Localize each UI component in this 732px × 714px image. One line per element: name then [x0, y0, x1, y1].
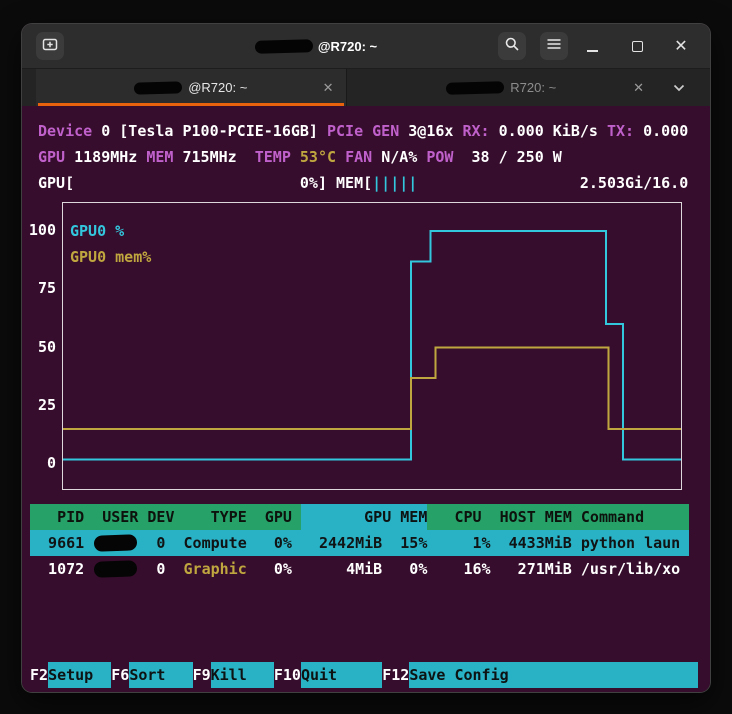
- process-table-row-selected[interactable]: 9661 0 Compute 0% 2442MiB 15% 1% 4433MiB…: [30, 530, 690, 556]
- tab-1[interactable]: @R720: ~ ✕: [36, 69, 346, 106]
- clocks-temp-power-line: GPU 1189MHz MEM 715MHz TEMP 53°C FAN N/A…: [38, 148, 562, 166]
- tab-2-close-icon[interactable]: ✕: [633, 80, 644, 96]
- y-tick: 25: [37, 396, 56, 414]
- close-button[interactable]: ✕: [667, 32, 695, 60]
- tab-new-icon: [42, 36, 58, 57]
- chart-legend: GPU0 % GPU0 mem%: [70, 218, 151, 270]
- gpu-mem-bars-line: GPU[ 0%] MEM[||||| 2.503Gi/16.0: [38, 174, 689, 192]
- new-tab-button[interactable]: [36, 32, 64, 60]
- tab-1-close-icon[interactable]: ✕: [323, 80, 334, 96]
- tab-1-label: @R720: ~: [188, 80, 248, 95]
- device-info-line: Device 0 [Tesla P100-PCIE-16GB] PCIe GEN…: [38, 122, 689, 140]
- search-button[interactable]: [498, 32, 526, 60]
- redacted-username: [134, 80, 183, 95]
- maximize-button[interactable]: [623, 32, 651, 60]
- maximize-icon: [631, 40, 643, 52]
- y-tick: 100: [28, 221, 56, 239]
- y-tick: 75: [37, 279, 56, 297]
- minimize-icon: [586, 50, 598, 52]
- process-table-row[interactable]: 1072 0 Graphic 0% 4MiB 0% 16% 271MiB /us…: [30, 556, 680, 582]
- utilization-history-chart: [62, 202, 682, 490]
- legend-gpu-mem-percent: GPU0 mem%: [70, 248, 152, 266]
- close-icon: ✕: [674, 38, 688, 55]
- minimize-button[interactable]: [578, 32, 606, 60]
- tab-bar: @R720: ~ ✕ R720: ~ ✕: [22, 68, 710, 106]
- search-icon: [504, 36, 520, 57]
- gpu-memory-line: [63, 346, 681, 431]
- terminal-screen[interactable]: Device 0 [Tesla P100-PCIE-16GB] PCIe GEN…: [22, 106, 710, 692]
- terminal-window: @R720: ~ ✕ @R720: ~ ✕ R720: ~ ✕ Device 0…: [22, 24, 710, 692]
- tab-list-button[interactable]: [656, 69, 702, 106]
- hamburger-menu-icon: [546, 36, 562, 57]
- chevron-down-icon: [673, 79, 685, 97]
- tab-2[interactable]: R720: ~ ✕: [345, 69, 656, 106]
- y-tick: 50: [37, 338, 56, 356]
- gpu-utilization-line: [63, 230, 681, 461]
- tab-2-label: R720: ~: [510, 80, 557, 95]
- redacted-username: [254, 38, 314, 54]
- titlebar[interactable]: @R720: ~ ✕: [22, 24, 710, 68]
- window-title: @R720: ~: [142, 24, 490, 68]
- y-tick: 0: [46, 454, 56, 472]
- function-key-bar[interactable]: F2Setup F6Sort F9Kill F10Quit F12Save Co…: [30, 662, 699, 688]
- legend-gpu-percent: GPU0 %: [70, 222, 125, 240]
- window-title-text: @R720: ~: [317, 38, 378, 54]
- menu-button[interactable]: [540, 32, 568, 60]
- redacted-username: [446, 80, 505, 95]
- process-table-header[interactable]: PID USER DEV TYPE GPU GPU MEM CPU HOST M…: [30, 504, 690, 530]
